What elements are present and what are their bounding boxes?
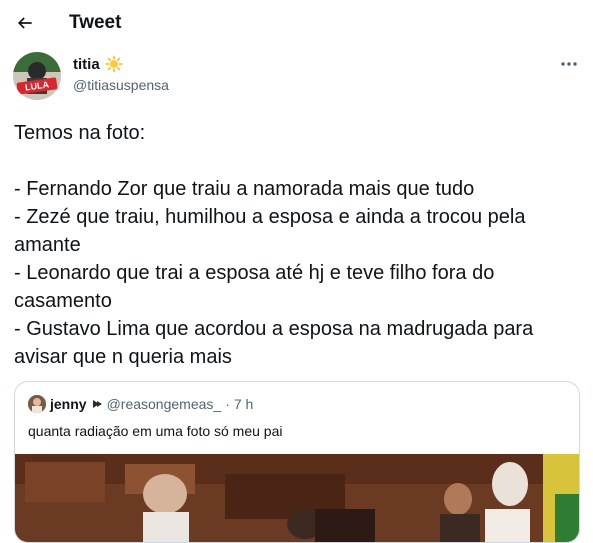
more-options-button[interactable] — [556, 54, 582, 74]
tweet-line: - Gustavo Lima que acordou a esposa na m… — [14, 318, 534, 368]
author-display-name[interactable]: titia — [73, 56, 100, 73]
avatar-image: LULA — [13, 52, 61, 100]
quoted-tweet[interactable]: jenny @reasongemeas_ · 7 h quanta radiaç… — [14, 381, 580, 543]
author-handle[interactable]: @titiasuspensa — [73, 77, 169, 93]
quoted-author-name: jenny — [50, 396, 87, 412]
quoted-tweet-text: quanta radiação em uma foto só meu pai — [28, 423, 283, 439]
quoted-timestamp: 7 h — [233, 396, 254, 412]
arrow-left-icon — [17, 17, 32, 29]
quoted-media-image[interactable] — [15, 454, 579, 542]
photo-preview — [15, 454, 579, 542]
tweet-line: - Leonardo que trai a esposa até hj e te… — [14, 262, 495, 312]
top-bar: Tweet — [0, 0, 593, 48]
separator-dot: · — [225, 396, 230, 412]
sparkle-emoji-icon — [92, 400, 102, 408]
tweet-text: Temos na foto: - Fernando Zor que traiu … — [14, 119, 574, 371]
page-title: Tweet — [69, 12, 122, 33]
tweet-line: - Zezé que traiu, humilhou a esposa e ai… — [14, 206, 526, 256]
tweet-line: Temos na foto: — [14, 122, 146, 144]
sun-icon — [105, 55, 123, 73]
quoted-tweet-header: jenny @reasongemeas_ · 7 h — [28, 395, 253, 413]
back-button[interactable] — [10, 8, 40, 38]
tweet-line: - Fernando Zor que traiu a namorada mais… — [14, 178, 475, 200]
quoted-author-handle: @reasongemeas_ — [106, 396, 222, 412]
author-name-row: titia — [73, 55, 123, 73]
quoted-author-avatar — [28, 395, 46, 413]
author-avatar[interactable]: LULA — [13, 52, 61, 100]
more-horizontal-icon — [561, 62, 577, 66]
